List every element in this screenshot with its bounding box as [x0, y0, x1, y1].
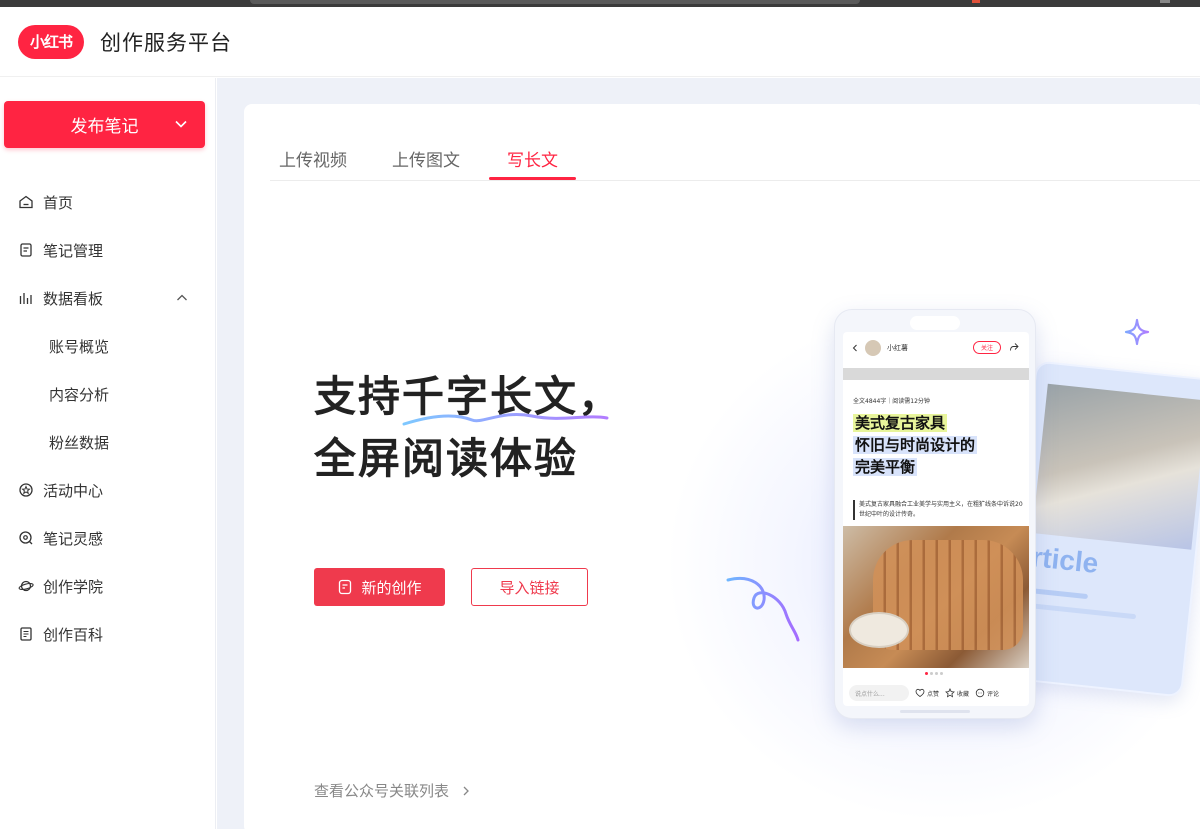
top-header: 小红书 创作服务平台	[0, 7, 1200, 77]
carousel-dots	[925, 672, 947, 675]
content-card: 上传视频 上传图文 写长文 支持千字长文， 全屏阅读体验 新的创作 导入链接 查…	[244, 104, 1200, 829]
official-account-link-label: 查看公众号关联列表	[314, 782, 450, 800]
phone-home-bar	[900, 710, 970, 713]
comment-icon	[975, 688, 985, 698]
sidebar-item-label: 创作百科	[43, 625, 104, 644]
publish-note-button[interactable]: 发布笔记	[4, 101, 205, 148]
highlight-swoosh	[402, 413, 609, 426]
new-creation-button[interactable]: 新的创作	[314, 568, 445, 606]
article-description: 美式复古家具融合工业美学与实用主义，在粗犷线条中诉说20世纪中叶的设计传奇。	[853, 500, 1023, 520]
sidebar-item-label: 笔记灵感	[43, 529, 104, 548]
phone-screen: 小红薯 关注 全文4844字｜阅读需12分钟 美式复古家具 怀旧与时尚设计的 完…	[843, 332, 1029, 706]
xiaohongshu-logo[interactable]: 小红书	[18, 24, 84, 59]
phone-preview: 小红薯 关注 全文4844字｜阅读需12分钟 美式复古家具 怀旧与时尚设计的 完…	[834, 309, 1036, 719]
chevron-down-icon	[175, 120, 187, 128]
side-table-shape	[849, 612, 909, 648]
text-bar	[1026, 602, 1137, 620]
sidebar-item-note-management[interactable]: 笔记管理	[0, 226, 216, 274]
upload-tabs: 上传视频 上传图文 写长文	[270, 132, 1200, 181]
inspiration-icon	[18, 530, 34, 546]
sidebar-item-creator-wiki[interactable]: 创作百科	[0, 610, 216, 658]
home-icon	[18, 194, 34, 210]
book-icon	[18, 626, 34, 642]
account-name: 小红薯	[887, 344, 908, 352]
text-bar	[1027, 587, 1089, 600]
hero-line-2: 全屏阅读体验	[314, 434, 579, 483]
phone-action-bar: 说点什么... 点赞 收藏 评论	[843, 682, 1029, 704]
decorative-squiggle	[726, 577, 800, 642]
article-photo	[1032, 383, 1200, 550]
browser-indicator-2	[1160, 0, 1170, 3]
sidebar-item-label: 笔记管理	[43, 241, 104, 260]
note-icon	[18, 242, 34, 258]
browser-strip	[0, 0, 1200, 7]
official-account-link[interactable]: 查看公众号关联列表	[314, 780, 471, 801]
sidebar-nav: 首页 笔记管理 数据看板 账号概览 内容分析 粉丝数据 活动中心 笔记灵感 创作…	[0, 178, 216, 658]
heart-icon	[915, 688, 925, 697]
article-title-line-3: 完美平衡	[853, 456, 918, 478]
sidebar-item-creator-academy[interactable]: 创作学院	[0, 562, 216, 610]
back-arrow-icon	[852, 344, 857, 352]
sparkle-icon	[1124, 318, 1150, 346]
chevron-right-icon	[463, 786, 469, 795]
sidebar-item-label: 创作学院	[43, 577, 104, 596]
sidebar-item-label: 活动中心	[43, 481, 104, 500]
collect-action: 收藏	[945, 688, 969, 698]
star-icon	[945, 688, 955, 698]
site-title: 创作服务平台	[100, 30, 232, 55]
sidebar-subitem-fan-data[interactable]: 粉丝数据	[0, 418, 216, 466]
like-action: 点赞	[915, 688, 939, 698]
publish-note-label: 发布笔记	[70, 117, 139, 137]
article-title-line-2: 怀旧与时尚设计的	[853, 434, 978, 456]
bar-chart-icon	[18, 290, 34, 306]
article-title: 美式复古家具 怀旧与时尚设计的 完美平衡	[853, 412, 978, 478]
sidebar-item-label: 首页	[43, 193, 74, 212]
phone-post-header: 小红薯 关注	[843, 332, 1029, 364]
avatar	[865, 340, 881, 356]
tab-upload-video[interactable]: 上传视频	[279, 146, 347, 171]
new-creation-label: 新的创作	[361, 578, 422, 597]
planet-icon	[18, 578, 34, 594]
chair-photo	[843, 526, 1029, 668]
article-meta: 全文4844字｜阅读需12分钟	[853, 398, 930, 405]
import-link-button[interactable]: 导入链接	[471, 568, 588, 606]
comment-label: 评论	[987, 690, 1000, 698]
sidebar: 发布笔记 首页 笔记管理 数据看板 账号概览 内容分析 粉丝数据 活动中心 笔记…	[0, 78, 216, 829]
article-title-line-1: 美式复古家具	[853, 412, 948, 434]
sidebar-item-activity-center[interactable]: 活动中心	[0, 466, 216, 514]
comment-input: 说点什么...	[849, 685, 909, 701]
collect-label: 收藏	[957, 690, 970, 698]
sidebar-item-home[interactable]: 首页	[0, 178, 216, 226]
edit-note-icon	[339, 579, 352, 595]
address-bar-edge	[250, 0, 860, 4]
sidebar-item-data-dashboard[interactable]: 数据看板	[0, 274, 216, 322]
sidebar-item-note-inspiration[interactable]: 笔记灵感	[0, 514, 216, 562]
share-icon	[1010, 343, 1019, 351]
active-tab-indicator	[489, 177, 576, 180]
phone-notch	[910, 316, 960, 330]
tab-upload-image[interactable]: 上传图文	[392, 146, 460, 171]
activity-icon	[18, 482, 34, 498]
browser-indicator	[972, 0, 980, 3]
article-word: rticle	[1030, 541, 1100, 579]
phone-grey-band	[843, 368, 1029, 380]
like-label: 点赞	[927, 690, 940, 698]
chevron-up-icon[interactable]	[176, 292, 188, 304]
comment-action: 评论	[975, 688, 999, 698]
follow-button: 关注	[973, 341, 1001, 354]
sidebar-subitem-content-analysis[interactable]: 内容分析	[0, 370, 216, 418]
sidebar-subitem-account-overview[interactable]: 账号概览	[0, 322, 216, 370]
sidebar-item-label: 数据看板	[43, 289, 104, 308]
tab-write-long-article[interactable]: 写长文	[507, 146, 558, 171]
